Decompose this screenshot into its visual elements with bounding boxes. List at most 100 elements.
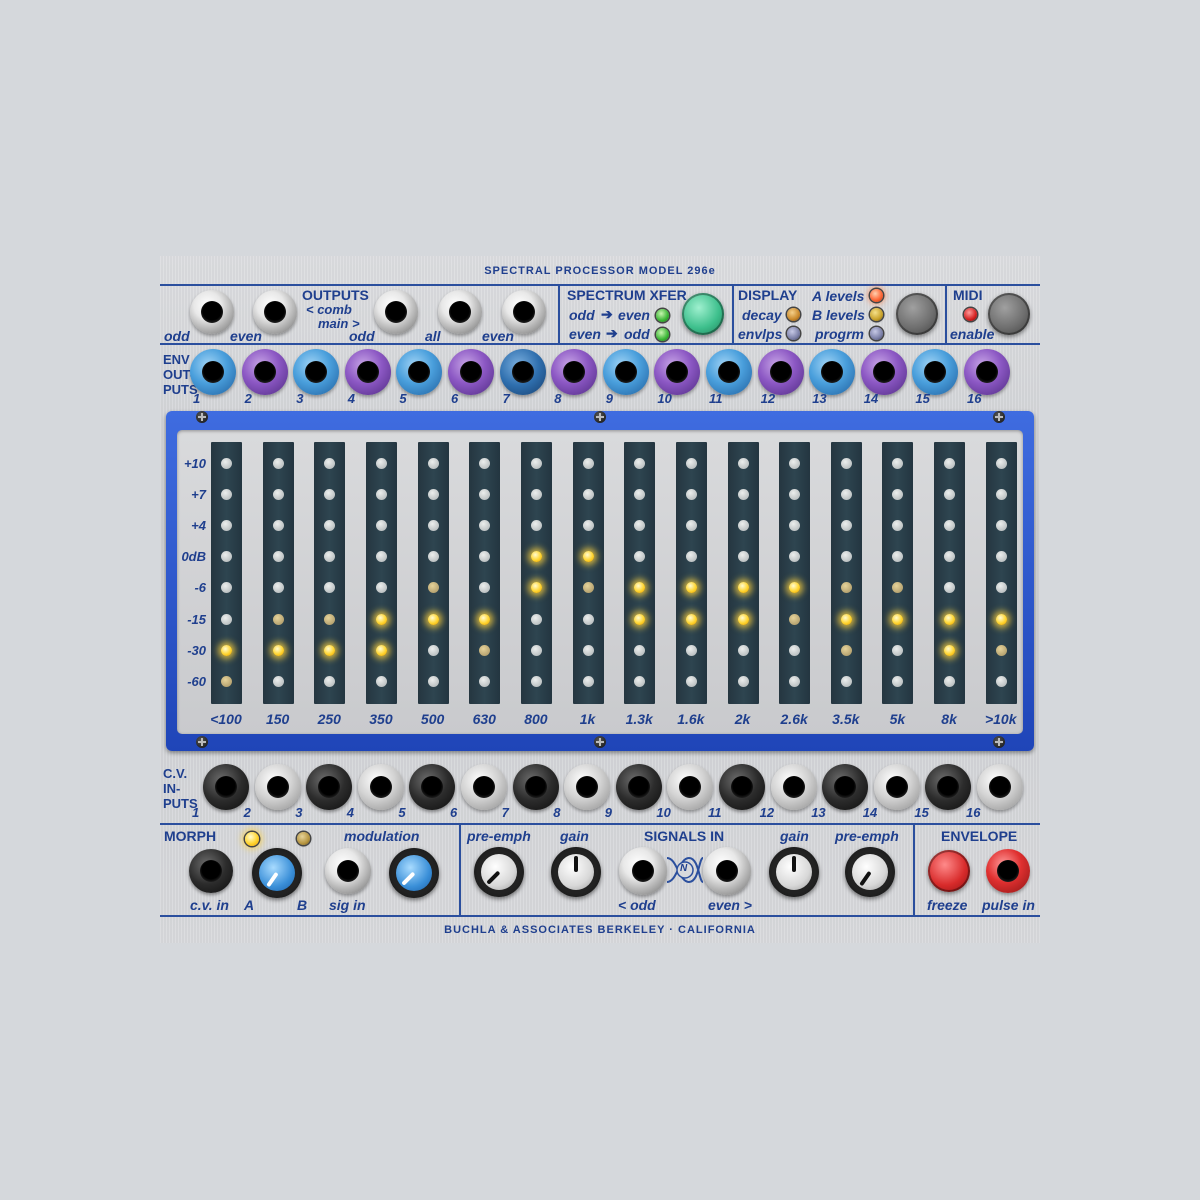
env-output-jack-9[interactable] [602,349,649,395]
cv-input-jack-10[interactable] [667,764,714,810]
env-output-jack-10[interactable] [654,349,701,395]
cv-input-jack-15[interactable] [925,764,972,810]
cv-input-jack-7[interactable] [512,764,559,810]
cv-input-jack-6[interactable] [461,764,507,810]
meter-led [944,613,956,625]
meter-led [789,520,801,532]
meter-led [944,582,956,594]
cv-input-jack-14[interactable] [873,764,920,810]
meter-scale-label: -30 [187,642,206,658]
freeze-button[interactable] [928,850,970,892]
signal-odd-in-jack[interactable] [619,847,667,895]
env-output-jack-15[interactable] [912,349,959,395]
meter-led [375,520,387,532]
gain-left-knob[interactable] [551,847,601,897]
cv-input-jack-2[interactable] [254,764,301,810]
modulation-depth-knob[interactable] [389,848,439,898]
output-jack-all[interactable] [438,290,482,334]
meter-band-label: <100 [210,711,242,727]
signal-even-label: even > [708,897,752,913]
meter-led [479,458,491,469]
cv-input-jack-13[interactable] [822,764,869,810]
pre-emph-left-knob[interactable] [474,847,524,897]
midi-enable-button[interactable] [988,293,1030,335]
meter-led [479,613,491,625]
meter-led [892,520,904,532]
env-output-number: 4 [347,391,356,406]
meter-led [530,458,542,469]
output-jack-odd-main[interactable] [374,290,418,334]
env-output-jack-12[interactable] [757,349,804,395]
morph-cv-in-jack[interactable] [189,849,233,893]
cv-input-jack-4[interactable] [357,764,404,810]
output-jack-odd-comb[interactable] [190,290,234,334]
meter-led [685,675,697,687]
env-output-number: 7 [502,391,510,406]
cv-input-number: 3 [295,805,303,820]
meter-led [324,458,336,469]
b-levels-led [870,308,883,321]
meter-led [479,582,491,594]
gain-right-knob[interactable] [769,847,819,897]
meter-band-label: 1.6k [677,711,705,727]
cv-input-jack-16[interactable] [977,764,1023,810]
morph-cv-in-label: c.v. in [190,897,229,913]
meter-band-label: 2.6k [780,711,808,727]
env-output-jack-6[interactable] [448,349,494,395]
env-output-jack-14[interactable] [860,349,907,395]
env-output-jack-13[interactable] [809,349,856,395]
env-output-jack-2[interactable] [241,349,288,395]
signal-even-in-jack[interactable] [703,847,751,895]
cv-input-jack-9[interactable] [615,764,662,810]
meter-led [789,644,801,656]
meter-led [324,551,336,563]
meter-led [272,582,284,594]
cv-input-jack-11[interactable] [719,764,765,810]
cv-input-jack-8[interactable] [564,764,611,810]
spectrum-xfer-button[interactable] [682,293,724,335]
screw-icon [993,411,1005,423]
meter-led [789,613,801,625]
midi-led [964,308,977,321]
freeze-label: freeze [927,897,968,913]
cv-input-number: 9 [604,805,613,820]
env-output-jack-16[interactable] [964,349,1010,395]
env-output-jack-1[interactable] [190,349,236,395]
pulse-in-jack[interactable] [986,849,1030,893]
meter-led [324,644,336,656]
cv-input-jack-3[interactable] [306,764,353,810]
env-output-jack-4[interactable] [344,349,391,395]
env-output-jack-3[interactable] [293,349,340,395]
pre-emph-right-knob[interactable] [845,847,895,897]
meter-led [840,551,852,563]
meter-led [530,644,542,656]
meter-led [582,613,594,625]
meter-led [840,520,852,532]
meter-led [685,458,697,469]
meter-scale-label: -6 [194,580,206,596]
meter-led [272,520,284,532]
modulation-sig-in-jack[interactable] [325,848,371,894]
meter-led [995,613,1007,625]
cv-input-number: 10 [656,805,671,820]
meter-led [582,644,594,656]
env-output-jack-11[interactable] [706,349,752,395]
morph-knob[interactable] [252,848,302,898]
env-output-jack-8[interactable] [551,349,598,395]
cv-input-jack-1[interactable] [203,764,249,810]
meter-led [737,458,749,469]
cv-input-jack-12[interactable] [770,764,817,810]
meter-led [944,520,956,532]
envelope-heading: ENVELOPE [941,828,1018,844]
env-output-jack-7[interactable] [499,349,546,395]
env-output-jack-5[interactable] [396,349,443,395]
display-select-button[interactable] [896,293,938,335]
env-output-number: 14 [863,391,879,406]
meter-led [737,644,749,656]
arrow-right-icon: ➔ [601,306,613,322]
meter-led [479,489,491,501]
cv-input-jack-5[interactable] [409,764,456,810]
meter-band-strip [830,442,862,704]
meter-band-strip [211,442,242,704]
display-decay-label: decay [742,307,782,323]
